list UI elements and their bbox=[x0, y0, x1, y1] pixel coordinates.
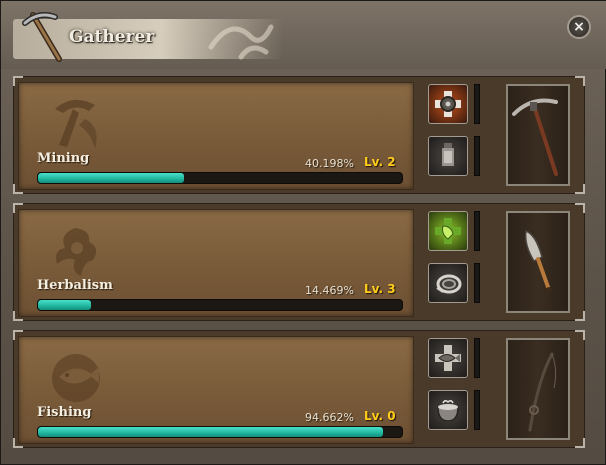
corner-ornament bbox=[13, 184, 23, 194]
tool-frame[interactable] bbox=[506, 211, 570, 313]
lantern-icon bbox=[440, 143, 456, 168]
tool-slot-column bbox=[426, 209, 482, 315]
corner-ornament bbox=[13, 311, 23, 321]
skill-name: Fishing bbox=[37, 405, 92, 420]
fishing-rod-icon bbox=[528, 352, 557, 432]
progress-bar bbox=[37, 426, 403, 438]
skill-row-fishing: Fishing 94.662% Lv. 0 bbox=[13, 330, 585, 448]
skill-info-panel: Fishing 94.662% Lv. 0 bbox=[18, 336, 414, 444]
tool-frame[interactable] bbox=[506, 84, 570, 186]
upgrade-slot[interactable] bbox=[428, 211, 468, 251]
corner-ornament bbox=[13, 438, 23, 448]
title-bar: Gatherer × bbox=[1, 1, 606, 69]
gatherer-window: Gatherer × Mining 40.198% Lv. 2 Herbalis… bbox=[0, 0, 606, 465]
slot-gauge bbox=[474, 338, 480, 378]
pickaxe-emblem-icon bbox=[55, 99, 97, 149]
skill-info-panel: Herbalism 14.469% Lv. 3 bbox=[18, 209, 414, 317]
progress-bar bbox=[37, 172, 403, 184]
rope-coil-icon bbox=[436, 274, 462, 294]
fish-plus-icon bbox=[435, 345, 461, 371]
corner-ornament bbox=[13, 330, 23, 340]
progress-percent: 40.198% bbox=[305, 157, 354, 170]
progress-percent: 94.662% bbox=[305, 411, 354, 424]
progress-percent: 14.469% bbox=[305, 284, 354, 297]
corner-ornament bbox=[575, 203, 585, 213]
close-button[interactable]: × bbox=[567, 15, 591, 39]
corner-ornament bbox=[575, 330, 585, 340]
corner-ornament bbox=[13, 203, 23, 213]
skill-level: Lv. 2 bbox=[364, 155, 396, 169]
slot-gauge bbox=[474, 390, 480, 430]
leaf-plus-icon bbox=[435, 218, 461, 244]
corner-ornament bbox=[13, 76, 23, 86]
pickaxe-icon bbox=[512, 98, 558, 176]
progress-bar-fill bbox=[38, 427, 383, 437]
corner-ornament bbox=[575, 438, 585, 448]
slot-gauge bbox=[474, 84, 480, 124]
corner-ornament bbox=[575, 184, 585, 194]
upgrade-slot[interactable] bbox=[428, 84, 468, 124]
equipment-slot[interactable] bbox=[428, 136, 468, 176]
skill-row-herbalism: Herbalism 14.469% Lv. 3 bbox=[13, 203, 585, 321]
skill-row-mining: Mining 40.198% Lv. 2 bbox=[13, 76, 585, 194]
upgrade-slot[interactable] bbox=[428, 338, 468, 378]
equipment-slot[interactable] bbox=[428, 263, 468, 303]
progress-bar-fill bbox=[38, 300, 91, 310]
progress-bar-fill bbox=[38, 173, 185, 183]
skill-name: Herbalism bbox=[37, 278, 113, 293]
corner-ornament bbox=[575, 311, 585, 321]
slot-gauge bbox=[474, 136, 480, 176]
slot-gauge bbox=[474, 211, 480, 251]
trowel-icon bbox=[524, 229, 552, 293]
cogwheel-plus-icon bbox=[435, 91, 461, 117]
skill-level: Lv. 3 bbox=[364, 282, 396, 296]
herb-emblem-icon bbox=[56, 228, 97, 276]
tool-slot-column bbox=[426, 336, 482, 442]
tool-slot-column bbox=[426, 82, 482, 188]
progress-bar bbox=[37, 299, 403, 311]
cauldron-icon bbox=[437, 399, 459, 422]
fish-emblem-icon bbox=[52, 354, 100, 402]
equipment-slot[interactable] bbox=[428, 390, 468, 430]
skill-name: Mining bbox=[37, 151, 90, 166]
corner-ornament bbox=[575, 76, 585, 86]
gatherer-pickaxe-icon bbox=[22, 12, 62, 62]
slot-gauge bbox=[474, 263, 480, 303]
tool-frame[interactable] bbox=[506, 338, 570, 440]
skill-level: Lv. 0 bbox=[364, 409, 396, 423]
skill-info-panel: Mining 40.198% Lv. 2 bbox=[18, 82, 414, 190]
title-ornament-icon bbox=[208, 24, 274, 60]
window-title: Gatherer bbox=[69, 27, 155, 47]
